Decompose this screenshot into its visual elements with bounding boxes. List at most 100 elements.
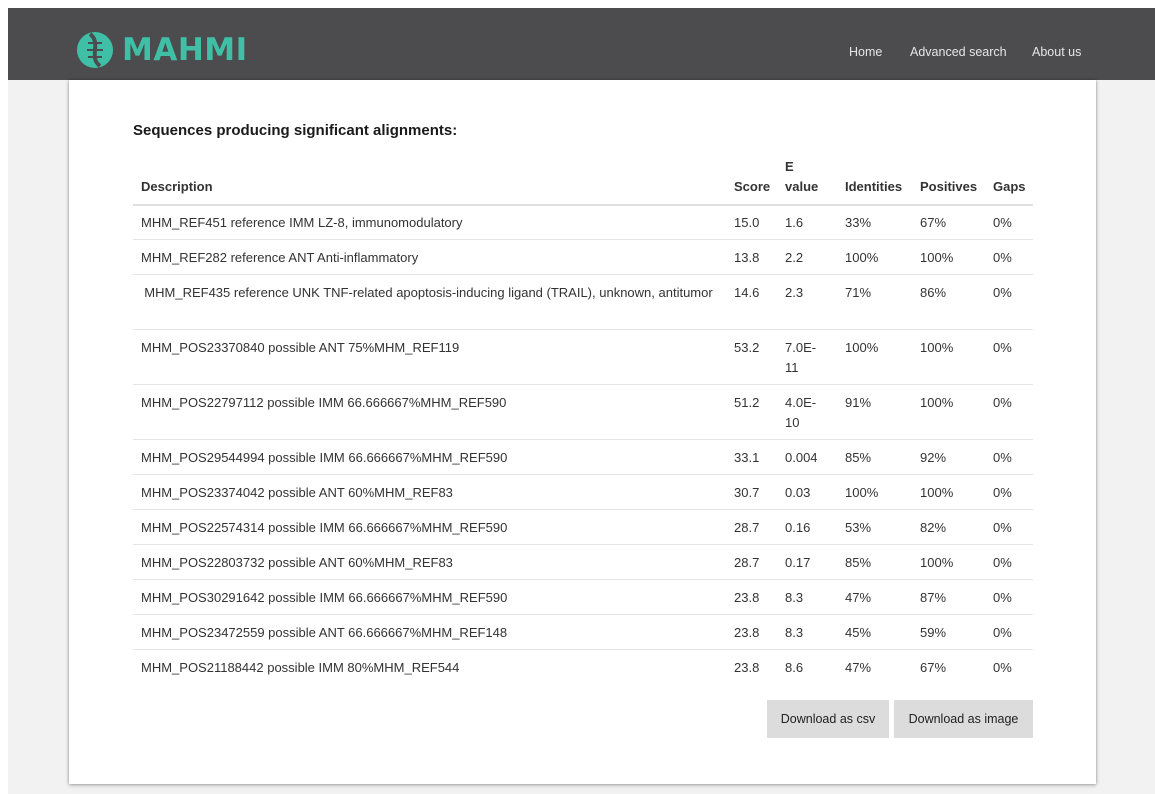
row-4-evalue: 7.0E-11 xyxy=(785,340,817,375)
row-7-identities: 100% xyxy=(845,485,879,500)
row-3-positives: 86% xyxy=(920,285,947,300)
row-divider xyxy=(133,239,1033,240)
row-4-identities: 100% xyxy=(845,340,879,355)
row-11-identities: 45% xyxy=(845,625,872,640)
row-3-score: 14.6 xyxy=(734,285,760,300)
row-9-gaps: 0% xyxy=(993,555,1012,570)
row-4-score: 53.2 xyxy=(734,340,760,355)
row-2-score: 13.8 xyxy=(734,250,760,265)
row-2-identities: 100% xyxy=(845,250,879,265)
row-5-evalue: 4.0E-10 xyxy=(785,395,817,430)
row-divider xyxy=(133,439,1033,440)
row-8-evalue: 0.16 xyxy=(785,520,811,535)
row-1-identities: 33% xyxy=(845,215,872,230)
row-divider xyxy=(133,329,1033,330)
row-6-score: 33.1 xyxy=(734,450,760,465)
row-9-evalue: 0.17 xyxy=(785,555,811,570)
download-csv-button[interactable]: Download as csv xyxy=(767,700,889,738)
row-12-description: MHM_POS21188442 possible IMM 80%MHM_REF5… xyxy=(141,660,460,675)
row-divider xyxy=(133,274,1033,275)
row-3-description: MHM_REF435 reference UNK TNF-related apo… xyxy=(144,285,713,300)
row-2-evalue: 2.2 xyxy=(785,250,804,265)
row-divider xyxy=(133,614,1033,615)
row-3-identities: 71% xyxy=(845,285,872,300)
row-11-description: MHM_POS23472559 possible ANT 66.666667%M… xyxy=(141,625,508,640)
row-5-positives: 100% xyxy=(920,395,954,410)
row-8-gaps: 0% xyxy=(993,520,1012,535)
row-12-identities: 47% xyxy=(845,660,872,675)
brand-logo[interactable]: MAHMI xyxy=(76,30,248,70)
brand-name: MAHMI xyxy=(122,32,248,68)
row-5-score: 51.2 xyxy=(734,395,760,410)
row-8-identities: 53% xyxy=(845,520,872,535)
row-4-positives: 100% xyxy=(920,340,954,355)
row-5-gaps: 0% xyxy=(993,395,1012,410)
row-7-gaps: 0% xyxy=(993,485,1012,500)
row-1-positives: 67% xyxy=(920,215,947,230)
row-10-description: MHM_POS30291642 possible IMM 66.666667%M… xyxy=(141,590,508,605)
row-10-score: 23.8 xyxy=(734,590,760,605)
row-9-score: 28.7 xyxy=(734,555,760,570)
row-12-gaps: 0% xyxy=(993,660,1012,675)
row-11-score: 23.8 xyxy=(734,625,760,640)
row-6-positives: 92% xyxy=(920,450,947,465)
row-7-score: 30.7 xyxy=(734,485,760,500)
header-identities: Identities xyxy=(845,179,903,194)
row-6-identities: 85% xyxy=(845,450,872,465)
row-divider xyxy=(133,544,1033,545)
row-8-positives: 82% xyxy=(920,520,947,535)
row-8-description: MHM_POS22574314 possible IMM 66.666667%M… xyxy=(141,520,508,535)
row-divider xyxy=(133,474,1033,475)
row-10-evalue: 8.3 xyxy=(785,590,804,605)
row-5-identities: 91% xyxy=(845,395,872,410)
row-6-evalue: 0.004 xyxy=(785,450,818,465)
download-image-button[interactable]: Download as image xyxy=(894,700,1033,738)
row-6-description: MHM_POS29544994 possible IMM 66.666667%M… xyxy=(141,450,508,465)
header-score: Score xyxy=(734,179,771,194)
row-divider xyxy=(133,579,1033,580)
row-5-description: MHM_POS22797112 possible IMM 66.666667%M… xyxy=(141,395,507,410)
nav-home-link[interactable]: Home xyxy=(849,45,882,59)
row-7-evalue: 0.03 xyxy=(785,485,811,500)
header-gaps: Gaps xyxy=(993,179,1026,194)
top-navbar: MAHMI Home Advanced search About us xyxy=(8,8,1155,80)
row-divider xyxy=(133,509,1033,510)
row-6-gaps: 0% xyxy=(993,450,1012,465)
row-1-gaps: 0% xyxy=(993,215,1012,230)
row-11-positives: 59% xyxy=(920,625,947,640)
row-11-gaps: 0% xyxy=(993,625,1012,640)
header-divider xyxy=(133,204,1033,206)
row-1-score: 15.0 xyxy=(734,215,760,230)
header-evalue: E value xyxy=(785,159,819,194)
row-12-score: 23.8 xyxy=(734,660,760,675)
row-divider xyxy=(133,384,1033,385)
row-10-positives: 87% xyxy=(920,590,947,605)
row-12-evalue: 8.6 xyxy=(785,660,804,675)
row-2-gaps: 0% xyxy=(993,250,1012,265)
row-7-positives: 100% xyxy=(920,485,954,500)
row-11-evalue: 8.3 xyxy=(785,625,804,640)
nav-about-us-link[interactable]: About us xyxy=(1032,45,1081,59)
header-description: Description xyxy=(141,179,213,194)
row-4-gaps: 0% xyxy=(993,340,1012,355)
row-10-identities: 47% xyxy=(845,590,872,605)
dna-logo-icon xyxy=(77,32,113,68)
row-4-description: MHM_POS23370840 possible ANT 75%MHM_REF1… xyxy=(141,340,460,355)
header-positives: Positives xyxy=(920,179,978,194)
row-divider xyxy=(133,649,1033,650)
row-1-evalue: 1.6 xyxy=(785,215,804,230)
row-8-score: 28.7 xyxy=(734,520,760,535)
row-1-description: MHM_REF451 reference IMM LZ-8, immunomod… xyxy=(141,215,463,230)
row-9-description: MHM_POS22803732 possible ANT 60%MHM_REF8… xyxy=(141,555,453,570)
row-12-positives: 67% xyxy=(920,660,947,675)
row-7-description: MHM_POS23374042 possible ANT 60%MHM_REF8… xyxy=(141,485,453,500)
row-3-gaps: 0% xyxy=(993,285,1012,300)
row-9-positives: 100% xyxy=(920,555,954,570)
row-2-description: MHM_REF282 reference ANT Anti-inflammato… xyxy=(141,250,419,265)
row-10-gaps: 0% xyxy=(993,590,1012,605)
nav-advanced-search-link[interactable]: Advanced search xyxy=(910,45,1007,59)
row-2-positives: 100% xyxy=(920,250,954,265)
row-3-evalue: 2.3 xyxy=(785,285,804,300)
row-9-identities: 85% xyxy=(845,555,872,570)
results-card: Sequences producing significant alignmen… xyxy=(69,80,1096,784)
